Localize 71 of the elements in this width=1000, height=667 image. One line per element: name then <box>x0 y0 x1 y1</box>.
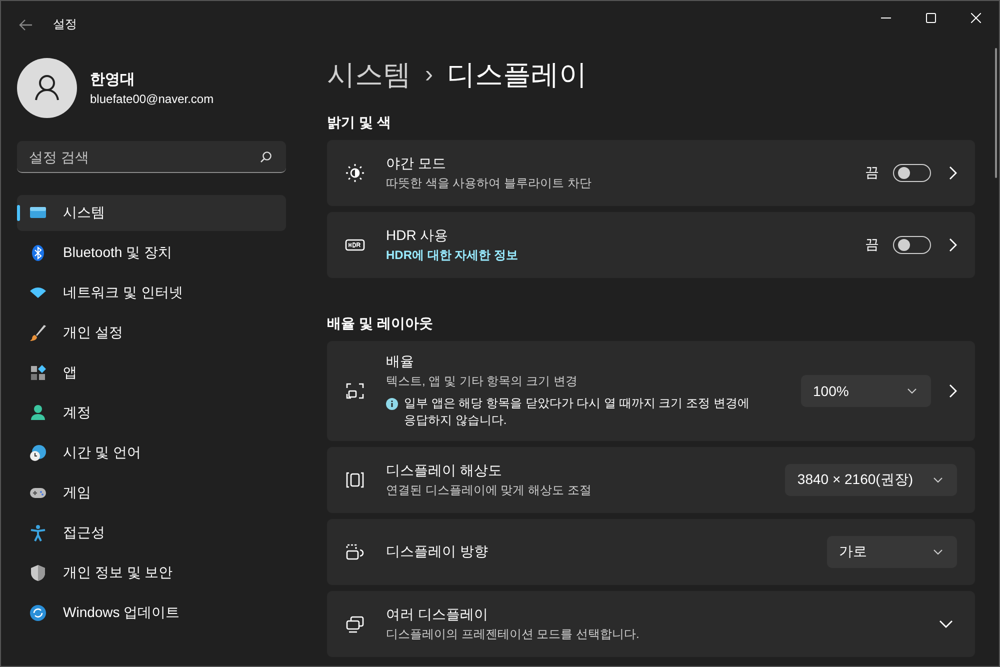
brush-icon <box>29 324 47 342</box>
toggle-switch[interactable] <box>893 164 931 182</box>
page-title: 디스플레이 <box>447 58 587 92</box>
globe-icon <box>29 444 47 462</box>
sidebar-item[interactable]: 개인 정보 및 보안 <box>17 555 286 591</box>
setting-title: 여러 디스플레이 <box>386 606 489 624</box>
search-field[interactable]: 설정 검색 <box>17 141 286 173</box>
chevron-right-icon[interactable] <box>949 238 957 252</box>
setting-card[interactable]: 여러 디스플레이 디스플레이의 프레젠테이션 모드를 선택합니다. <box>327 591 975 657</box>
breadcrumb-parent[interactable]: 시스템 <box>327 56 411 94</box>
shield-icon <box>29 564 47 582</box>
dropdown[interactable]: 가로 <box>827 536 957 568</box>
window-title: 설정 <box>53 16 77 33</box>
bluetooth-icon <box>29 244 47 262</box>
setting-description: 연결된 디스플레이에 맞게 해상도 조절 <box>386 482 592 498</box>
caret-icon <box>933 549 943 555</box>
caret-icon <box>933 477 943 483</box>
back-arrow-icon[interactable] <box>19 18 33 30</box>
setting-title: 디스플레이 방향 <box>386 543 489 561</box>
expand-chevron-icon[interactable] <box>939 620 953 628</box>
setting-description: 따뜻한 색을 사용하여 블루라이트 차단 <box>386 174 592 192</box>
chevron-right-icon[interactable] <box>949 384 957 398</box>
caret-icon <box>907 388 917 394</box>
sidebar-item[interactable]: Windows 업데이트 <box>17 595 286 631</box>
section-heading: 밝기 및 색 <box>327 114 392 132</box>
sidebar-item[interactable]: 시스템 <box>17 195 286 231</box>
setting-card[interactable]: 배율 텍스트, 앱 및 기타 항목의 크기 변경 일부 앱은 해당 항목을 닫았다가 다시 열 때까지 크기 조정 변경에 응답하지 않습니다. 100% <box>327 341 975 441</box>
setting-title: 야간 모드 <box>386 154 447 172</box>
search-icon[interactable] <box>260 151 272 163</box>
toggle-state-label: 끔 <box>865 236 879 254</box>
info-note: 일부 앱은 해당 항목을 닫았다가 다시 열 때까지 크기 조정 변경에 응답하지 않습니다. <box>404 395 750 429</box>
setting-card[interactable]: 야간 모드 따뜻한 색을 사용하여 블루라이트 차단 끔 <box>327 140 975 206</box>
scrollbar[interactable] <box>995 48 997 178</box>
user-email: bluefate00@naver.com <box>90 92 214 106</box>
sidebar-item[interactable]: 앱 <box>17 355 286 391</box>
person-icon <box>29 404 47 422</box>
sidebar-item[interactable]: 시간 및 언어 <box>17 435 286 471</box>
update-icon <box>29 604 47 622</box>
maximize-icon[interactable] <box>926 12 936 22</box>
section-heading: 배율 및 레이아웃 <box>327 315 434 333</box>
chevron-right-icon[interactable] <box>949 166 957 180</box>
toggle-state-label: 끔 <box>865 164 879 182</box>
scale-icon <box>345 381 365 401</box>
setting-title: HDR 사용 <box>386 226 450 244</box>
setting-card[interactable]: 디스플레이 방향 가로 <box>327 519 975 585</box>
setting-title: 배율 <box>386 353 415 371</box>
access-icon <box>29 524 47 542</box>
sidebar-item[interactable]: 접근성 <box>17 515 286 551</box>
sidebar-item[interactable]: 네트워크 및 인터넷 <box>17 275 286 311</box>
setting-description: 텍스트, 앱 및 기타 항목의 크기 변경 <box>386 373 578 390</box>
apps-icon <box>29 364 47 382</box>
resolution-icon <box>345 470 365 490</box>
sidebar-item[interactable]: Bluetooth 및 장치 <box>17 235 286 271</box>
sidebar-item[interactable]: 계정 <box>17 395 286 431</box>
setting-card[interactable]: 디스플레이 해상도 연결된 디스플레이에 맞게 해상도 조절 3840 × 2160(권장) <box>327 447 975 513</box>
dropdown[interactable]: 100% <box>801 375 931 407</box>
dropdown[interactable]: 3840 × 2160(권장) <box>785 464 957 496</box>
info-icon <box>386 398 398 410</box>
close-icon[interactable] <box>971 12 981 22</box>
sidebar-item[interactable]: 개인 설정 <box>17 315 286 351</box>
sidebar-item[interactable]: 게임 <box>17 475 286 511</box>
orientation-icon <box>345 542 365 562</box>
setting-card[interactable]: HDR 사용 HDR에 대한 자세한 정보 끔 <box>327 212 975 278</box>
setting-description: 디스플레이의 프레젠테이션 모드를 선택합니다. <box>386 626 640 642</box>
sun-icon <box>345 163 365 183</box>
info-link[interactable]: HDR에 대한 자세한 정보 <box>386 246 865 264</box>
toggle-switch[interactable] <box>893 236 931 254</box>
avatar-icon <box>17 58 77 118</box>
user-name: 한영대 <box>90 70 136 89</box>
setting-title: 디스플레이 해상도 <box>386 462 503 480</box>
breadcrumb-separator: › <box>425 61 433 89</box>
